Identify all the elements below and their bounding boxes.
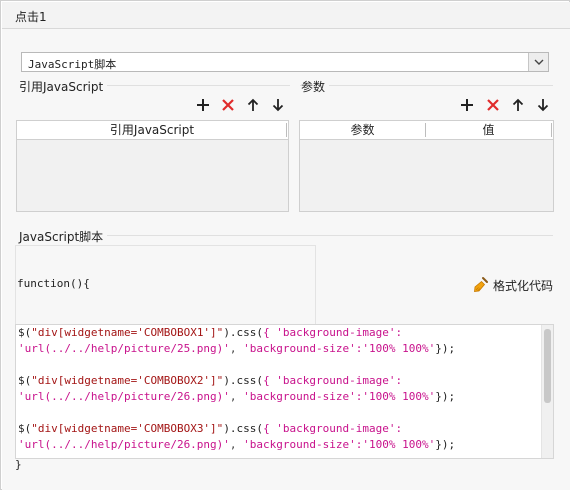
script-type-select[interactable]: JavaScript脚本 [21,52,549,72]
add-reference-button[interactable] [195,97,211,113]
move-reference-down-button[interactable] [270,97,286,113]
reference-js-label: 引用JavaScript [19,78,108,95]
params-label: 参数 [301,78,330,95]
plus-icon [461,99,473,111]
move-param-down-button[interactable] [535,97,551,113]
code-line: $("div[widgetname='COMBOBOX1']").css({ '… [18,326,403,339]
broom-icon [474,277,488,292]
column-header-reference[interactable]: 引用JavaScript [17,121,287,139]
reference-js-table[interactable]: 引用JavaScript [16,120,289,212]
arrow-down-icon [537,99,549,112]
group-divider [300,85,553,86]
code-line: $("div[widgetname='COMBOBOX3']").css({ '… [18,422,403,435]
code-line: 'url(../../help/picture/26.png)', 'backg… [18,438,456,451]
function-close-text: } [15,458,22,471]
plus-icon [197,99,209,111]
column-divider [551,123,552,137]
scrollbar-thumb[interactable] [544,329,551,403]
move-param-up-button[interactable] [510,97,526,113]
arrow-down-icon [272,99,284,112]
delete-param-button[interactable] [485,97,501,113]
script-type-value: JavaScript脚本 [28,58,117,71]
column-header-value[interactable]: 值 [426,121,551,139]
window-title: 点击1 [15,10,47,24]
table-header: 参数 值 [300,121,553,140]
function-open-text: function(){ [17,277,90,290]
code-content[interactable]: $("div[widgetname='COMBOBOX1']").css({ '… [18,325,455,453]
chevron-down-icon [534,59,544,65]
arrow-up-icon [512,98,524,111]
delete-reference-button[interactable] [220,97,236,113]
arrow-up-icon [247,98,259,111]
delete-x-icon [222,99,234,111]
column-divider [286,123,287,137]
dropdown-button[interactable] [528,53,548,71]
column-header-param[interactable]: 参数 [300,121,425,139]
format-code-label: 格式化代码 [493,279,554,293]
code-editor[interactable]: $("div[widgetname='COMBOBOX1']").css({ '… [15,324,554,459]
table-header: 引用JavaScript [17,121,288,140]
code-line: 'url(../../help/picture/26.png)', 'backg… [18,390,456,403]
params-table[interactable]: 参数 值 [299,120,554,212]
move-reference-up-button[interactable] [245,97,261,113]
code-line: 'url(../../help/picture/25.png)', 'backg… [18,342,456,355]
title-bar: 点击1 [2,2,570,29]
add-param-button[interactable] [459,97,475,113]
vertical-scrollbar[interactable] [541,325,553,458]
code-line: $("div[widgetname='COMBOBOX2']").css({ '… [18,374,403,387]
delete-x-icon [487,99,499,111]
script-section-label: JavaScript脚本 [19,228,108,245]
